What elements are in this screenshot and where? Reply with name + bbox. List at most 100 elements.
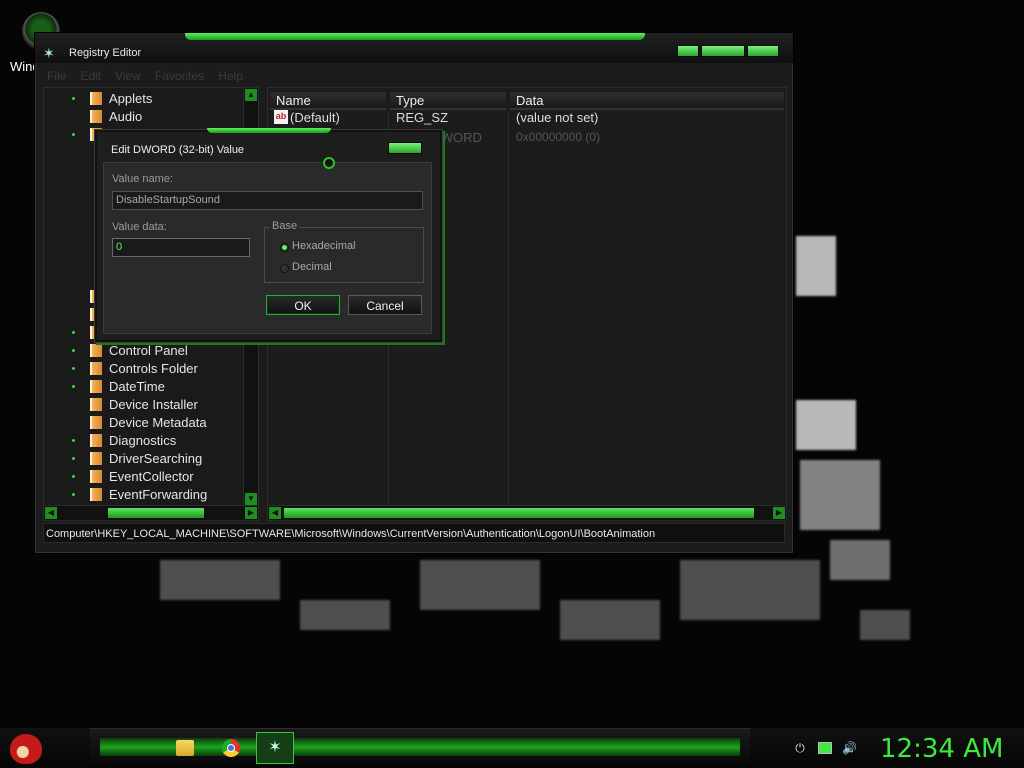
tree-horizontal-scrollbar[interactable]: ◀ ▶ — [43, 505, 259, 521]
volume-icon[interactable]: 🔊 — [842, 742, 857, 754]
value-data-label: Value data: — [112, 221, 167, 233]
scroll-right-icon[interactable]: ▶ — [245, 507, 257, 519]
row-data: 0x00000000 (0) — [516, 130, 601, 144]
value-name-label: Value name: — [112, 173, 173, 185]
folder-icon — [90, 452, 102, 465]
status-bar-path: Computer\HKEY_LOCAL_MACHINE\SOFTWARE\Mic… — [43, 523, 785, 543]
tree-item[interactable]: EventCollector — [44, 468, 244, 486]
scroll-thumb[interactable] — [108, 508, 204, 518]
menu-edit[interactable]: Edit — [80, 69, 101, 83]
folder-icon — [90, 488, 102, 501]
hexadecimal-label: Hexadecimal — [292, 240, 356, 252]
tree-item[interactable]: DateTime — [44, 378, 244, 396]
scroll-left-icon[interactable]: ◀ — [45, 507, 57, 519]
folder-icon — [90, 416, 102, 429]
tree-item-label: DriverSearching — [109, 451, 203, 466]
expand-icon[interactable] — [72, 493, 75, 496]
clock[interactable]: 12:34 AM — [880, 734, 1003, 764]
list-horizontal-scrollbar[interactable]: ◀ ▶ — [267, 505, 787, 521]
edit-dword-dialog: Edit DWORD (32-bit) Value Value name: Di… — [95, 128, 442, 342]
tree-item-label: EventCollector — [109, 469, 194, 484]
scroll-left-icon[interactable]: ◀ — [269, 507, 281, 519]
column-header-type[interactable]: Type — [390, 92, 506, 110]
folder-icon — [90, 434, 102, 447]
cancel-button[interactable]: Cancel — [348, 295, 422, 315]
power-icon[interactable]: ⏻ — [794, 742, 806, 754]
dialog-close-button[interactable] — [388, 142, 422, 154]
row-name: (Default) — [290, 110, 340, 125]
tree-item[interactable]: Controls Folder — [44, 360, 244, 378]
tree-item[interactable]: EventForwarding — [44, 486, 244, 504]
chrome-icon[interactable] — [222, 739, 240, 757]
row-data: (value not set) — [516, 110, 599, 125]
dialog-body: Value name: DisableStartupSound Value da… — [103, 162, 432, 334]
tree-item-label: Control Panel — [109, 343, 188, 358]
minimize-button[interactable] — [677, 45, 699, 57]
regedit-icon[interactable]: ✶ — [256, 732, 294, 764]
angry-bird-icon — [10, 734, 42, 764]
tree-item[interactable]: DriverSearching — [44, 450, 244, 468]
scroll-right-icon[interactable]: ▶ — [773, 507, 785, 519]
tree-item[interactable]: Device Installer — [44, 396, 244, 414]
close-button[interactable] — [747, 45, 779, 57]
window-title: Registry Editor — [69, 47, 142, 59]
base-groupbox — [264, 227, 424, 283]
ok-button[interactable]: OK — [266, 295, 340, 315]
expand-icon[interactable] — [72, 457, 75, 460]
column-header-name[interactable]: Name — [270, 92, 386, 110]
expand-icon[interactable] — [72, 475, 75, 478]
dialog-glow — [207, 128, 331, 133]
expand-icon[interactable] — [72, 133, 75, 136]
scroll-down-icon[interactable]: ▼ — [245, 493, 257, 505]
regedit-icon: ✶ — [43, 45, 55, 61]
expand-icon[interactable] — [72, 331, 75, 334]
scroll-up-icon[interactable]: ▲ — [245, 89, 257, 101]
tree-item-label: Audio — [109, 109, 143, 124]
folder-icon — [90, 344, 102, 357]
column-separator — [508, 112, 509, 506]
radio-unselected-icon — [280, 264, 289, 273]
maximize-button[interactable] — [701, 45, 745, 57]
menu-help[interactable]: Help — [218, 69, 243, 83]
start-button[interactable] — [4, 730, 48, 766]
decimal-label: Decimal — [292, 261, 332, 273]
menu-bar: File Edit View Favorites Help — [47, 69, 243, 83]
expand-icon[interactable] — [72, 439, 75, 442]
dialog-title: Edit DWORD (32-bit) Value — [111, 144, 245, 156]
tree-item[interactable]: Applets — [44, 90, 244, 108]
taskbar-glow — [100, 738, 740, 756]
expand-icon[interactable] — [72, 385, 75, 388]
tree-item-label: Device Metadata — [109, 415, 207, 430]
folder-icon — [90, 470, 102, 483]
tree-item-label: EventForwarding — [109, 487, 208, 502]
tree-item[interactable]: Control Panel — [44, 342, 244, 360]
folder-icon — [90, 362, 102, 375]
tree-item-label: Diagnostics — [109, 433, 177, 448]
window-controls — [677, 45, 779, 57]
cursor-ring-icon — [323, 157, 335, 169]
folder-icon[interactable] — [176, 740, 194, 756]
folder-icon — [90, 398, 102, 411]
menu-favorites[interactable]: Favorites — [155, 69, 204, 83]
title-bar[interactable]: ✶ Registry Editor — [35, 33, 793, 63]
scroll-thumb[interactable] — [284, 508, 754, 518]
tree-item[interactable]: Device Metadata — [44, 414, 244, 432]
base-label: Base — [270, 220, 300, 232]
folder-icon — [90, 92, 102, 105]
network-icon[interactable] — [818, 742, 832, 754]
tree-item[interactable]: Diagnostics — [44, 432, 244, 450]
expand-icon[interactable] — [72, 349, 75, 352]
expand-icon[interactable] — [72, 97, 75, 100]
value-data-field[interactable]: 0 — [112, 238, 250, 257]
folder-icon — [90, 380, 102, 393]
hexadecimal-radio[interactable]: Hexadecimal — [280, 240, 356, 252]
value-name-field[interactable]: DisableStartupSound — [112, 191, 423, 210]
decimal-radio[interactable]: Decimal — [280, 261, 332, 273]
menu-view[interactable]: View — [115, 69, 141, 83]
expand-icon[interactable] — [72, 367, 75, 370]
row-type: REG_SZ — [396, 110, 449, 125]
menu-file[interactable]: File — [47, 69, 66, 83]
column-header-data[interactable]: Data — [510, 92, 784, 110]
tree-item[interactable]: Audio — [44, 108, 244, 126]
radio-selected-icon — [280, 243, 289, 252]
